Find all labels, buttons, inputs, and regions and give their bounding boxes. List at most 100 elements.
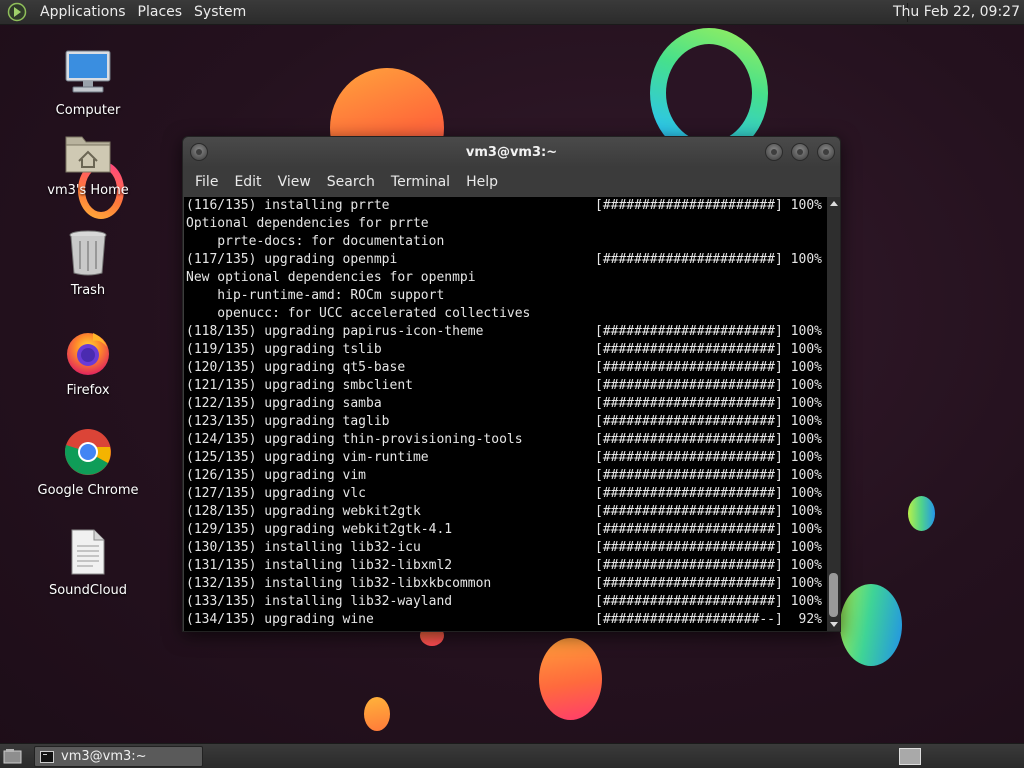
terminal-line: (121/135) upgrading smbclient [##########… bbox=[186, 377, 827, 395]
terminal-line-text: (131/135) installing lib32-libxml2 bbox=[186, 558, 453, 573]
progress-bar-text: [######################] 100% bbox=[595, 252, 822, 267]
terminal-line: hip-runtime-amd: ROCm support bbox=[186, 287, 827, 305]
progress-bar-text: [######################] 100% bbox=[595, 558, 822, 573]
terminal-scrollbar[interactable] bbox=[827, 197, 840, 631]
terminal-line: (117/135) upgrading openmpi [############… bbox=[186, 251, 827, 269]
progress-bar-text: [######################] 100% bbox=[595, 360, 822, 375]
scroll-down-arrow-icon[interactable] bbox=[830, 622, 838, 627]
terminal-line-text: openucc: for UCC accelerated collectives bbox=[186, 306, 531, 321]
progress-bar-text: [####################--] 92% bbox=[595, 612, 822, 627]
top-panel: Applications Places System Thu Feb 22, 0… bbox=[0, 0, 1024, 25]
desktop-icon-label: vm3's Home bbox=[47, 183, 129, 198]
menu-search[interactable]: Search bbox=[319, 174, 383, 190]
desktop-icon-trash[interactable]: Trash bbox=[32, 224, 144, 298]
clock[interactable]: Thu Feb 22, 09:27 bbox=[893, 0, 1020, 25]
progress-bar-text: [######################] 100% bbox=[595, 342, 822, 357]
window-menu-button[interactable] bbox=[190, 143, 208, 161]
progress-bar-text: [######################] 100% bbox=[595, 576, 822, 591]
terminal-line: prrte-docs: for documentation bbox=[186, 233, 827, 251]
terminal-line-text: (121/135) upgrading smbclient bbox=[186, 378, 413, 393]
menu-bar: File Edit View Search Terminal Help bbox=[183, 167, 840, 196]
document-icon bbox=[60, 524, 116, 580]
menu-help[interactable]: Help bbox=[458, 174, 506, 190]
progress-bar-text: [######################] 100% bbox=[595, 486, 822, 501]
progress-bar-text: [######################] 100% bbox=[595, 396, 822, 411]
applications-menu[interactable]: Applications bbox=[34, 0, 132, 25]
terminal-line: (126/135) upgrading vim [################… bbox=[186, 467, 827, 485]
terminal-output[interactable]: (116/135) installing prrte [#############… bbox=[184, 197, 827, 631]
minimize-button[interactable] bbox=[765, 143, 783, 161]
terminal-line: (119/135) upgrading tslib [##############… bbox=[186, 341, 827, 359]
terminal-line-text: (130/135) installing lib32-icu bbox=[186, 540, 421, 555]
menu-logo-icon[interactable] bbox=[6, 1, 28, 23]
wallpaper-orange-circle-bottom bbox=[539, 638, 602, 720]
window-titlebar[interactable]: vm3@vm3:~ bbox=[183, 137, 840, 167]
progress-bar-text: [######################] 100% bbox=[595, 594, 822, 609]
terminal-line-text: (119/135) upgrading tslib bbox=[186, 342, 382, 357]
terminal-line-text: prrte-docs: for documentation bbox=[186, 234, 445, 249]
desktop-icon-label: Firefox bbox=[66, 383, 110, 398]
desktop-icon-label: Google Chrome bbox=[37, 483, 139, 498]
scroll-up-arrow-icon[interactable] bbox=[830, 201, 838, 206]
terminal-line: openucc: for UCC accelerated collectives bbox=[186, 305, 827, 323]
menu-view[interactable]: View bbox=[270, 174, 319, 190]
desktop-icon-label: Computer bbox=[55, 103, 121, 118]
terminal-line: (116/135) installing prrte [#############… bbox=[186, 197, 827, 215]
taskbar-label: vm3@vm3:~ bbox=[61, 749, 147, 764]
desktop-icon-home[interactable]: vm3's Home bbox=[32, 124, 144, 198]
terminal-line-text: (125/135) upgrading vim-runtime bbox=[186, 450, 429, 465]
maximize-button[interactable] bbox=[791, 143, 809, 161]
desktop-icon-firefox[interactable]: Firefox bbox=[32, 324, 144, 398]
trash-icon bbox=[60, 224, 116, 280]
progress-bar-text: [######################] 100% bbox=[595, 504, 822, 519]
computer-icon bbox=[60, 44, 116, 100]
scrollbar-thumb[interactable] bbox=[829, 573, 838, 617]
terminal-line: (129/135) upgrading webkit2gtk-4.1 [#####… bbox=[186, 521, 827, 539]
home-folder-icon bbox=[60, 124, 116, 180]
terminal-line: Optional dependencies for prrte bbox=[186, 215, 827, 233]
wallpaper-tiny-orange-circle bbox=[364, 697, 390, 731]
progress-bar-text: [######################] 100% bbox=[595, 540, 822, 555]
terminal-line: (130/135) installing lib32-icu [#########… bbox=[186, 539, 827, 557]
terminal-line-text: (128/135) upgrading webkit2gtk bbox=[186, 504, 421, 519]
menu-terminal[interactable]: Terminal bbox=[383, 174, 458, 190]
terminal-icon bbox=[40, 750, 54, 763]
terminal-line-text: (124/135) upgrading thin-provisioning-to… bbox=[186, 432, 523, 447]
bottom-panel: vm3@vm3:~ bbox=[0, 743, 1024, 768]
terminal-line-text: (122/135) upgrading samba bbox=[186, 396, 382, 411]
system-menu[interactable]: System bbox=[188, 0, 252, 25]
terminal-line: (118/135) upgrading papirus-icon-theme [#… bbox=[186, 323, 827, 341]
show-desktop-icon[interactable] bbox=[3, 748, 23, 765]
taskbar-terminal-button[interactable]: vm3@vm3:~ bbox=[34, 746, 203, 767]
progress-bar-text: [######################] 100% bbox=[595, 432, 822, 447]
desktop-icon-computer[interactable]: Computer bbox=[32, 44, 144, 118]
terminal-line-text: (132/135) installing lib32-libxkbcommon bbox=[186, 576, 492, 591]
desktop-icon-soundcloud[interactable]: SoundCloud bbox=[32, 524, 144, 598]
wallpaper-small-green-circle bbox=[908, 496, 935, 531]
progress-bar-text: [######################] 100% bbox=[595, 414, 822, 429]
desktop-icon-chrome[interactable]: Google Chrome bbox=[32, 424, 144, 498]
terminal-line-text: New optional dependencies for openmpi bbox=[186, 270, 476, 285]
wallpaper-green-circle bbox=[840, 584, 902, 666]
menu-edit[interactable]: Edit bbox=[226, 174, 269, 190]
close-button[interactable] bbox=[817, 143, 835, 161]
terminal-line-text: (123/135) upgrading taglib bbox=[186, 414, 390, 429]
menu-file[interactable]: File bbox=[187, 174, 226, 190]
terminal-line-text: (118/135) upgrading papirus-icon-theme bbox=[186, 324, 484, 339]
firefox-icon bbox=[60, 324, 116, 380]
terminal-line-text: (133/135) installing lib32-wayland bbox=[186, 594, 453, 609]
terminal-line-text: (129/135) upgrading webkit2gtk-4.1 bbox=[186, 522, 453, 537]
terminal-line: (132/135) installing lib32-libxkbcommon [… bbox=[186, 575, 827, 593]
workspace-switcher[interactable] bbox=[899, 748, 921, 765]
chrome-icon bbox=[60, 424, 116, 480]
terminal-line: (124/135) upgrading thin-provisioning-to… bbox=[186, 431, 827, 449]
terminal-line: (122/135) upgrading samba [##############… bbox=[186, 395, 827, 413]
progress-bar-text: [######################] 100% bbox=[595, 378, 822, 393]
terminal-line-text: (127/135) upgrading vlc bbox=[186, 486, 367, 501]
terminal-line: (127/135) upgrading vlc [################… bbox=[186, 485, 827, 503]
terminal-line-text: Optional dependencies for prrte bbox=[186, 216, 429, 231]
terminal-line: New optional dependencies for openmpi bbox=[186, 269, 827, 287]
window-title: vm3@vm3:~ bbox=[465, 144, 558, 160]
places-menu[interactable]: Places bbox=[132, 0, 189, 25]
progress-bar-text: [######################] 100% bbox=[595, 522, 822, 537]
